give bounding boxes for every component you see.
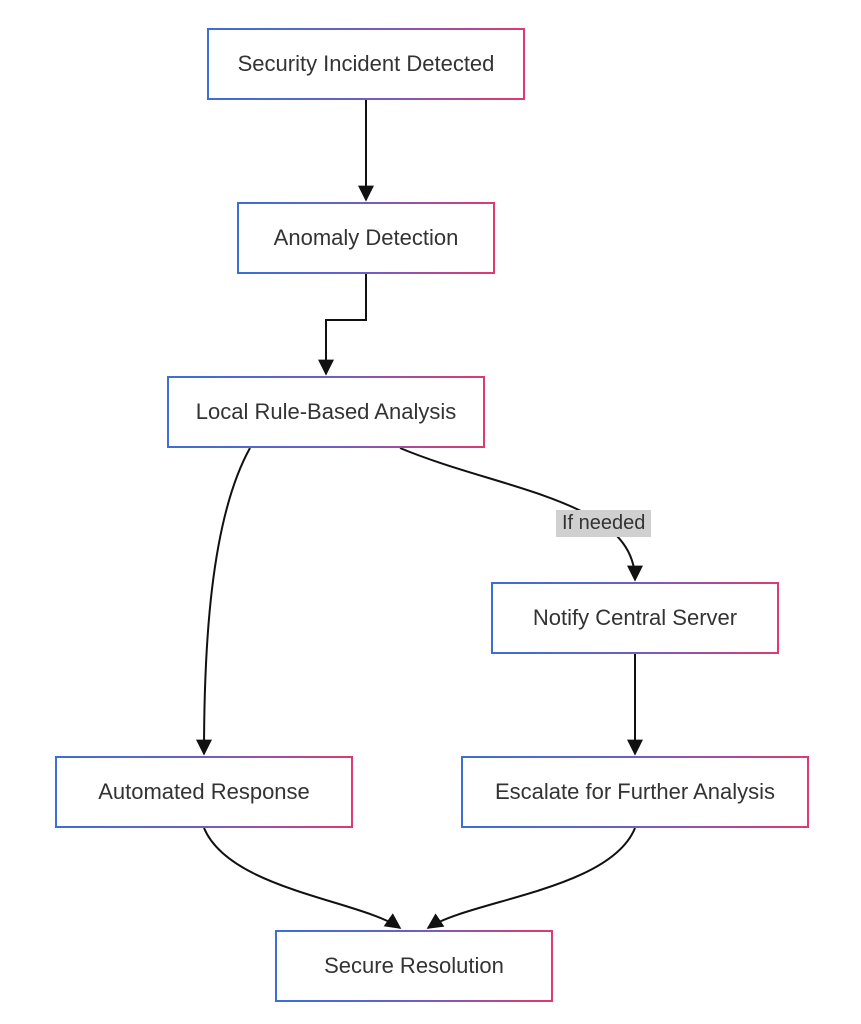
edge-n5-n7 xyxy=(204,828,400,928)
node-label: Escalate for Further Analysis xyxy=(495,779,775,805)
node-escalate-further-analysis: Escalate for Further Analysis xyxy=(461,756,809,828)
node-label: Secure Resolution xyxy=(324,953,504,979)
node-local-rule-based-analysis: Local Rule-Based Analysis xyxy=(167,376,485,448)
node-security-incident-detected: Security Incident Detected xyxy=(207,28,525,100)
node-secure-resolution: Secure Resolution xyxy=(275,930,553,1002)
node-anomaly-detection: Anomaly Detection xyxy=(237,202,495,274)
node-label: Notify Central Server xyxy=(533,605,737,631)
node-notify-central-server: Notify Central Server xyxy=(491,582,779,654)
edges-layer xyxy=(0,0,861,1024)
node-label: Local Rule-Based Analysis xyxy=(196,399,456,425)
node-automated-response: Automated Response xyxy=(55,756,353,828)
edge-n6-n7 xyxy=(428,828,635,928)
node-label: Automated Response xyxy=(98,779,310,805)
edge-label-if-needed: If needed xyxy=(556,510,651,537)
edge-n3-n5 xyxy=(204,448,250,754)
flowchart-canvas: Security Incident Detected Anomaly Detec… xyxy=(0,0,861,1024)
edge-label-text: If needed xyxy=(562,512,645,534)
node-label: Anomaly Detection xyxy=(274,225,459,251)
edge-n2-n3 xyxy=(326,274,366,374)
node-label: Security Incident Detected xyxy=(238,51,495,77)
